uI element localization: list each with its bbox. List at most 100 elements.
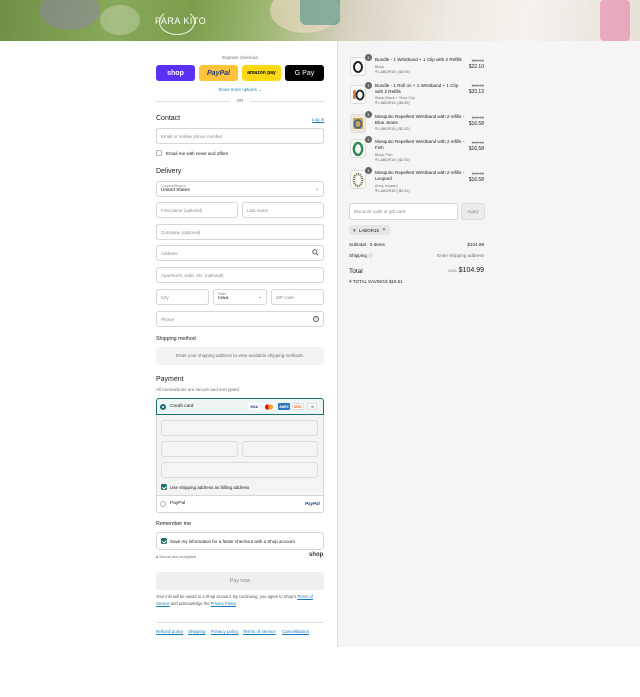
apartment-field[interactable]: Apartment, suite, etc. (optional): [156, 267, 324, 283]
visa-icon: VISA: [248, 403, 260, 410]
newsletter-checkbox[interactable]: [156, 150, 162, 156]
product-thumbnail: [350, 170, 366, 189]
first-name-field[interactable]: First name (optional): [156, 202, 238, 218]
tag-icon: ⌾: [375, 189, 378, 193]
credit-card-radio[interactable]: [160, 404, 166, 410]
chevron-down-icon: ⌄: [314, 186, 319, 192]
help-icon[interactable]: ?: [313, 316, 319, 322]
city-field[interactable]: City: [156, 289, 209, 305]
shipping-method-notice: Enter your shipping address to view avai…: [156, 347, 324, 365]
subtotal-value: $104.99: [467, 242, 484, 247]
email-field[interactable]: Email or mobile phone number: [156, 128, 324, 144]
google-pay-label: G Pay: [294, 69, 315, 77]
discover-icon: DISC: [292, 403, 304, 410]
item-price: $22.10: [468, 64, 484, 70]
paypal-express-button[interactable]: PayPal: [199, 65, 238, 81]
shipping-value: Enter shipping address: [437, 253, 484, 258]
state-select[interactable]: State Iowa ⌄: [213, 289, 267, 305]
item-price: $33.13: [468, 89, 484, 95]
city-placeholder: City: [161, 294, 169, 300]
chevron-down-icon: ⌄: [258, 87, 262, 92]
country-value: United States: [161, 188, 190, 193]
express-checkout-title: Express checkout: [222, 55, 258, 60]
brand-logo[interactable]: PARA KITO: [155, 9, 207, 35]
footer-privacy-link[interactable]: Privacy policy: [211, 629, 239, 634]
pay-now-button[interactable]: Pay now: [156, 572, 324, 590]
apply-button[interactable]: Apply: [461, 203, 485, 220]
brand-logo-text: PARA KITO: [155, 16, 207, 26]
zip-field[interactable]: ZIP code: [271, 289, 324, 305]
shop-pay-button[interactable]: shop: [156, 65, 195, 81]
save-info-checkbox[interactable]: [161, 538, 167, 544]
amazon-pay-button[interactable]: amazon pay: [242, 65, 281, 81]
item-name: Mosquito Repellent Wristband with 2 refi…: [375, 170, 465, 181]
legal-text-1: Your info will be saved to a Shop accoun…: [156, 594, 297, 599]
country-select[interactable]: Country/Region United States ⌄: [156, 181, 324, 197]
item-discount: ⌾ LABOR15 (-$2.92): [375, 158, 410, 162]
billing-address-label: Use shipping address as billing address: [170, 484, 250, 490]
quantity-badge: 1: [365, 82, 372, 89]
payment-title: Payment: [156, 376, 184, 383]
subtotal-label: Subtotal · 5 items: [349, 242, 385, 247]
footer-shipping-link[interactable]: Shipping: [188, 629, 206, 634]
hero-banner: PARA KITO: [0, 0, 640, 41]
item-original-price: $38.98: [471, 83, 484, 88]
paypal-radio[interactable]: [160, 501, 166, 507]
divider-left: [156, 101, 230, 102]
item-variant: Black: [375, 65, 385, 69]
footer-refund-link[interactable]: Refund policy: [156, 629, 183, 634]
product-thumbnail: [350, 85, 366, 104]
info-icon[interactable]: ⓘ: [368, 253, 373, 258]
footer-divider: [156, 622, 324, 623]
google-pay-button[interactable]: G Pay: [285, 65, 324, 81]
pay-now-label: Pay now: [229, 578, 251, 584]
legal-text-2: and acknowledge the: [169, 600, 211, 606]
item-name: Mosquito Repellent Wristband with 2 refi…: [375, 139, 465, 150]
item-name: Bundle - 1 Wristband + 1 Clip with 2 Ref…: [375, 57, 462, 62]
quantity-badge: 1: [365, 167, 372, 174]
amazon-pay-label: amazon pay: [247, 70, 276, 76]
more-cards-badge: +5: [307, 403, 317, 410]
footer-terms-link[interactable]: Terms of service: [243, 629, 276, 634]
address-field[interactable]: Address: [156, 245, 324, 261]
item-discount-text: LABOR15 (-$2.92): [378, 189, 410, 193]
save-info-label: Save my information for a faster checkou…: [170, 538, 295, 544]
privacy-link[interactable]: Privacy Policy: [211, 601, 236, 606]
shop-logo: shop: [309, 552, 324, 558]
paypal-label: PayPal: [170, 501, 186, 506]
quantity-badge: 1: [365, 136, 372, 143]
lock-icon: 🔒︎: [156, 555, 159, 559]
phone-field[interactable]: Phone ?: [156, 311, 324, 327]
secure-note: 🔒︎ Secure and encrypted: [156, 555, 196, 559]
login-link[interactable]: Log in: [312, 117, 324, 122]
apply-label: Apply: [467, 209, 479, 214]
product-thumbnail: [350, 139, 366, 158]
amex-icon: AMEX: [278, 403, 290, 410]
item-discount: ⌾ LABOR15 (-$3.95): [375, 70, 410, 74]
tag-icon: ⌾: [375, 101, 378, 105]
tag-icon: ⌾: [375, 70, 378, 74]
discount-code-field[interactable]: Discount code or gift card: [349, 203, 458, 220]
card-name-field[interactable]: [161, 462, 318, 478]
shipping-label-text: Shipping: [349, 253, 367, 258]
item-discount: ⌾ LABOR15 (-$2.92): [375, 189, 410, 193]
contact-title: Contact: [156, 115, 181, 122]
item-original-price: $26.05: [471, 58, 484, 63]
order-summary-panel: [337, 41, 640, 647]
total-savings: ⌾ TOTAL SAVINGS $18.51: [349, 279, 403, 284]
item-variant: Black,Black + Terry Clip: [375, 96, 415, 100]
email-placeholder: Email or mobile phone number: [161, 133, 223, 139]
currency-code: USD: [448, 268, 457, 273]
card-number-field[interactable]: [161, 420, 318, 436]
remove-code-icon[interactable]: ✕: [382, 227, 386, 233]
last-name-field[interactable]: Last name: [242, 202, 324, 218]
card-expiry-field[interactable]: [161, 441, 238, 457]
delivery-title: Delivery: [156, 168, 182, 175]
billing-address-checkbox[interactable]: [161, 484, 167, 490]
company-field[interactable]: Company (optional): [156, 224, 324, 240]
chevron-down-icon: ⌄: [257, 294, 262, 300]
card-cvv-field[interactable]: [242, 441, 318, 457]
footer-cancellations-link[interactable]: Cancellations: [282, 629, 309, 634]
show-more-options-link[interactable]: Show more options ⌄: [156, 87, 324, 93]
item-variant: Black Fish: [375, 153, 393, 157]
